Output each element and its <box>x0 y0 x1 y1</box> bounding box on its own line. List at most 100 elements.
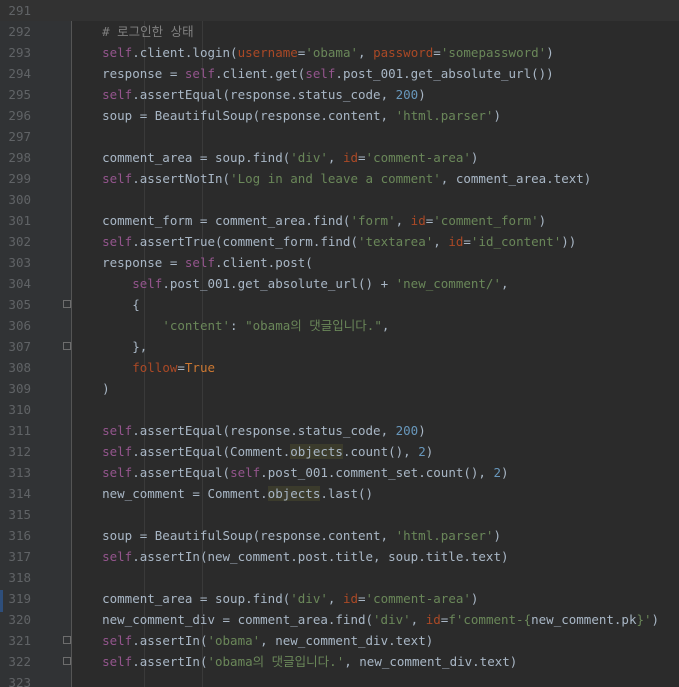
line-number: 308 <box>8 360 31 375</box>
code-token: soup = BeautifulSoup(response.content, <box>72 108 396 123</box>
code-token: new_comment = Comment. <box>72 486 268 501</box>
code-text[interactable]: response = self.client.post( <box>72 252 313 273</box>
code-token: 'comment-area' <box>365 591 471 606</box>
code-token: id <box>342 591 359 606</box>
code-editor[interactable]: 291 292 # 로그인한 상태 293 self.client.login(us… <box>0 0 679 687</box>
fold-marker-icon[interactable] <box>63 342 71 350</box>
code-text[interactable]: new_comment = Comment.objects.last() <box>72 483 373 504</box>
code-line[interactable]: 310 <box>0 399 679 420</box>
code-text[interactable]: follow=True <box>72 357 215 378</box>
code-line[interactable]: 307 }, <box>0 336 679 357</box>
code-line[interactable]: 303 response = self.client.post( <box>0 252 679 273</box>
code-line[interactable]: 293 self.client.login(username = 'obama', … <box>0 42 679 63</box>
fold-marker-icon[interactable] <box>63 657 71 665</box>
code-line[interactable]: 318 <box>0 567 679 588</box>
code-line[interactable]: 311 self.assertEqual(response.status_cod… <box>0 420 679 441</box>
code-token: f'comment-{ <box>448 612 532 627</box>
code-text[interactable]: self.assertEqual(self.post_001.comment_s… <box>72 462 508 483</box>
code-line[interactable]: 295 self.assertEqual(response.status_cod… <box>0 84 679 105</box>
code-line[interactable]: 291 <box>0 0 679 21</box>
code-line[interactable]: 314 new_comment = Comment.objects.last() <box>0 483 679 504</box>
code-text[interactable]: response = self.client.get(self.post_001… <box>72 63 554 84</box>
fold-marker-icon[interactable] <box>63 300 71 308</box>
code-line[interactable]: 304 self.post_001.get_absolute_url() + '… <box>0 273 679 294</box>
code-token: .client.login( <box>132 45 238 60</box>
code-token: # 로그인한 상태 <box>72 24 194 39</box>
code-token: { <box>72 297 140 312</box>
code-token: , <box>358 45 374 60</box>
code-line[interactable]: 292 # 로그인한 상태 <box>0 21 679 42</box>
code-line[interactable]: 320 new_comment_div = comment_area.find(… <box>0 609 679 630</box>
code-text[interactable]: self.assertEqual(Comment.objects.count()… <box>72 441 433 462</box>
line-number: 317 <box>8 549 31 564</box>
code-token: .client.post( <box>215 255 313 270</box>
code-token: : <box>230 318 246 333</box>
code-line[interactable]: 300 <box>0 189 679 210</box>
code-token: , <box>500 276 509 291</box>
code-line[interactable]: 302 self.assertTrue(comment_form.find('t… <box>0 231 679 252</box>
code-text[interactable]: self.post_001.get_absolute_url() + 'new_… <box>72 273 509 294</box>
code-line[interactable]: 306 'content': "obama의 댓글입니다.", <box>0 315 679 336</box>
code-text[interactable]: # 로그인한 상태 <box>72 21 194 42</box>
code-token: ) <box>546 45 554 60</box>
code-text[interactable]: self.assertTrue(comment_form.find('texta… <box>72 231 576 252</box>
code-token: .assertNotIn( <box>132 171 231 186</box>
line-number: 311 <box>8 423 31 438</box>
code-line[interactable]: 294 response = self.client.get(self.post… <box>0 63 679 84</box>
code-token: , new_comment_div.text) <box>260 633 434 648</box>
code-text[interactable]: comment_area = soup.find('div', id='comm… <box>72 588 478 609</box>
line-number: 310 <box>8 402 31 417</box>
code-token: , <box>327 591 343 606</box>
code-line[interactable]: 313 self.assertEqual(self.post_001.comme… <box>0 462 679 483</box>
code-token: self <box>184 255 215 270</box>
code-line[interactable]: 297 <box>0 126 679 147</box>
code-token: objects <box>267 486 321 501</box>
code-text[interactable]: new_comment_div = comment_area.find('div… <box>72 609 659 630</box>
code-text[interactable]: soup = BeautifulSoup(response.content, '… <box>72 525 501 546</box>
code-line[interactable]: 298 comment_area = soup.find('div', id='… <box>0 147 679 168</box>
code-text[interactable]: { <box>72 294 140 315</box>
code-line[interactable]: 321 self.assertIn('obama', new_comment_d… <box>0 630 679 651</box>
code-text[interactable]: comment_area = soup.find('div', id='comm… <box>72 147 478 168</box>
code-token: ) <box>651 612 660 627</box>
code-text[interactable]: self.assertIn('obama의 댓글입니다.', new_comme… <box>72 651 517 672</box>
code-token: self <box>102 234 133 249</box>
line-number: 298 <box>8 150 31 165</box>
code-text[interactable]: }, <box>72 336 147 357</box>
code-token: ) <box>72 381 110 396</box>
code-line[interactable]: 315 <box>0 504 679 525</box>
code-text[interactable]: self.assertIn(new_comment.post.title, so… <box>72 546 508 567</box>
line-number: 316 <box>8 528 31 543</box>
code-line[interactable]: 309 ) <box>0 378 679 399</box>
code-line[interactable]: 319 comment_area = soup.find('div', id='… <box>0 588 679 609</box>
code-text[interactable]: comment_form = comment_area.find('form',… <box>72 210 546 231</box>
code-line[interactable]: 299 self.assertNotIn('Log in and leave a… <box>0 168 679 189</box>
code-text[interactable]: self.client.login(username = 'obama', pass… <box>72 42 554 63</box>
code-line[interactable]: 296 soup = BeautifulSoup(response.conten… <box>0 105 679 126</box>
code-token: new_comment_div = comment_area.find( <box>72 612 374 627</box>
code-text[interactable]: self.assertIn('obama', new_comment_div.t… <box>72 630 433 651</box>
code-token: , new_comment_div.text) <box>344 654 518 669</box>
code-line[interactable]: 316 soup = BeautifulSoup(response.conten… <box>0 525 679 546</box>
code-line[interactable]: 322 self.assertIn('obama의 댓글입니다.', new_c… <box>0 651 679 672</box>
code-text[interactable]: self.assertNotIn('Log in and leave a com… <box>72 168 591 189</box>
code-line[interactable]: 308 follow=True <box>0 357 679 378</box>
code-token: self <box>102 549 133 564</box>
code-token: self <box>102 444 133 459</box>
code-token: , comment_area.text) <box>440 171 592 186</box>
code-text[interactable]: ) <box>72 378 110 399</box>
code-text[interactable]: self.assertEqual(response.status_code, 2… <box>72 420 426 441</box>
code-line[interactable]: 317 self.assertIn(new_comment.post.title… <box>0 546 679 567</box>
fold-marker-icon[interactable] <box>63 636 71 644</box>
code-line[interactable]: 305 { <box>0 294 679 315</box>
code-token: 'div' <box>290 591 328 606</box>
code-text[interactable]: 'content': "obama의 댓글입니다.", <box>72 315 389 336</box>
code-line[interactable]: 323 <box>0 672 679 687</box>
code-line[interactable]: 312 self.assertEqual(Comment.objects.cou… <box>0 441 679 462</box>
code-text[interactable]: soup = BeautifulSoup(response.content, '… <box>72 105 501 126</box>
code-text[interactable]: self.assertEqual(response.status_code, 2… <box>72 84 426 105</box>
code-line[interactable]: 301 comment_form = comment_area.find('fo… <box>0 210 679 231</box>
code-token: 'textarea' <box>358 234 434 249</box>
code-token: }' <box>636 612 652 627</box>
